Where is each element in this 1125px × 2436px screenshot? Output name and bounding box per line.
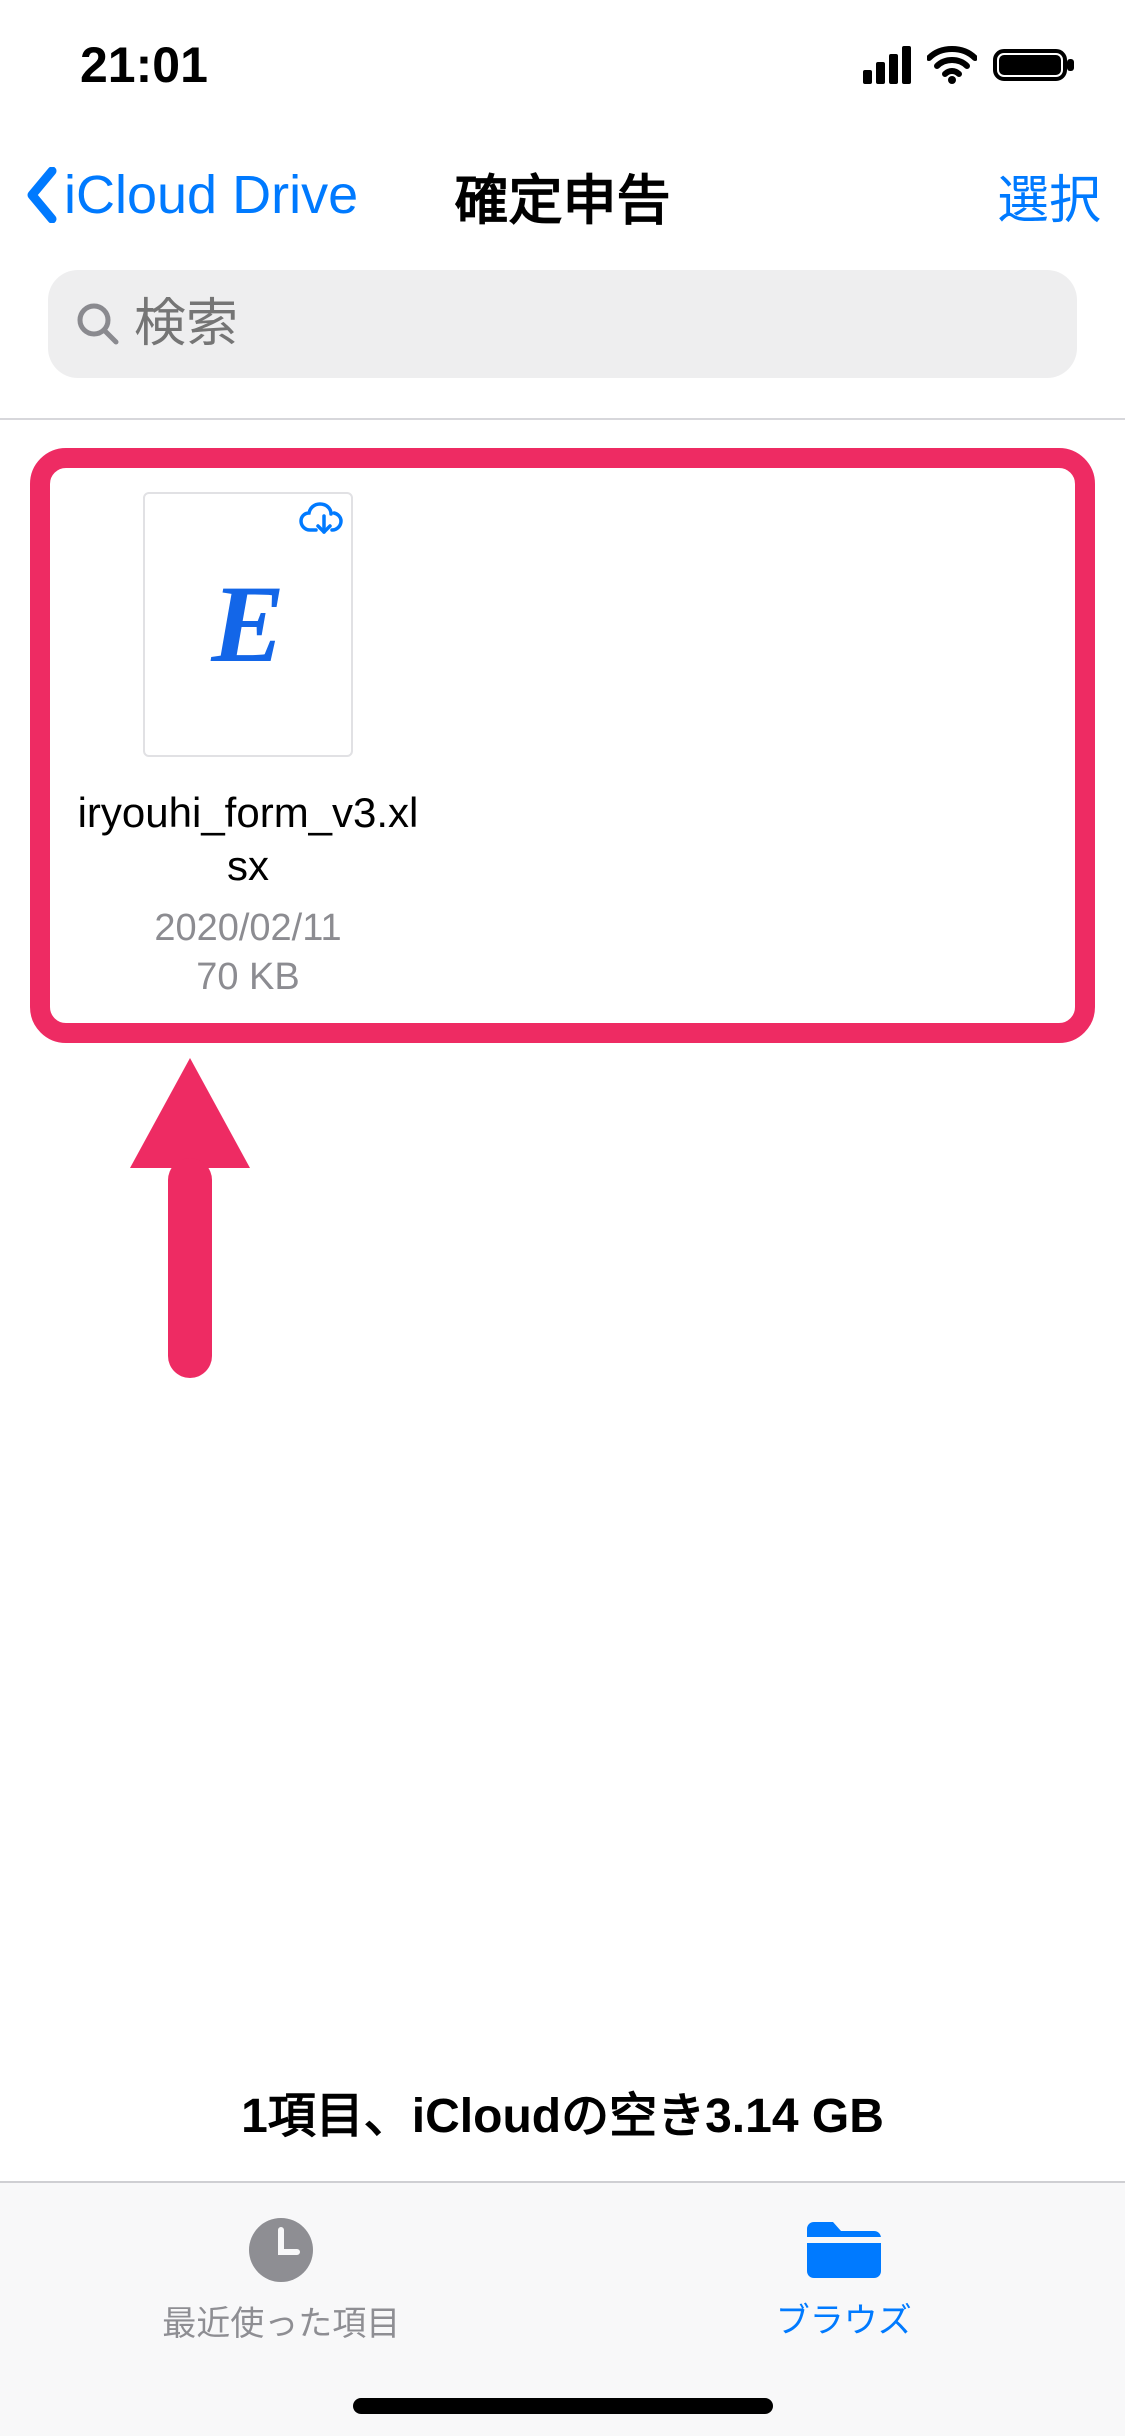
wifi-icon [927,46,977,84]
search-icon [76,302,120,346]
tab-browse-label: ブラウズ [776,2293,912,2342]
file-size: 70 KB [196,956,300,998]
chevron-left-icon [24,167,58,223]
status-time: 21:01 [80,36,208,94]
cellular-icon [863,46,911,84]
tab-browse[interactable]: ブラウズ [563,2183,1125,2376]
file-grid: E iryouhi_form_v3.xlsx 2020/02/11 70 KB [0,418,1125,2176]
battery-icon [993,45,1077,85]
file-date: 2020/02/11 [154,907,341,949]
status-bar: 21:01 [0,0,1125,130]
back-button[interactable]: iCloud Drive [24,164,358,226]
file-thumbnail: E [143,492,353,757]
annotation-highlight: E iryouhi_form_v3.xlsx 2020/02/11 70 KB [30,448,1095,1043]
status-icons [863,45,1077,85]
nav-bar: iCloud Drive 確定申告 選択 [0,130,1125,260]
tab-recent-label: 最近使った項目 [162,2296,400,2345]
page-title: 確定申告 [455,156,671,235]
search-field[interactable] [48,270,1077,378]
excel-file-icon: E [211,561,284,688]
tab-recent[interactable]: 最近使った項目 [0,2183,563,2376]
file-item[interactable]: E iryouhi_form_v3.xlsx 2020/02/11 70 KB [68,492,428,1003]
search-input[interactable] [134,294,1049,354]
footer-summary: 1項目、iCloudの空き3.14 GB [0,2076,1125,2146]
folder-icon [803,2217,885,2283]
clock-icon [245,2214,317,2286]
file-meta: 2020/02/11 70 KB [154,904,341,1003]
select-button[interactable]: 選択 [997,158,1101,233]
annotation-arrow [120,1058,260,1393]
back-label: iCloud Drive [64,164,358,226]
home-indicator[interactable] [353,2398,773,2414]
cloud-download-icon [299,502,343,541]
file-name: iryouhi_form_v3.xlsx [68,787,428,892]
